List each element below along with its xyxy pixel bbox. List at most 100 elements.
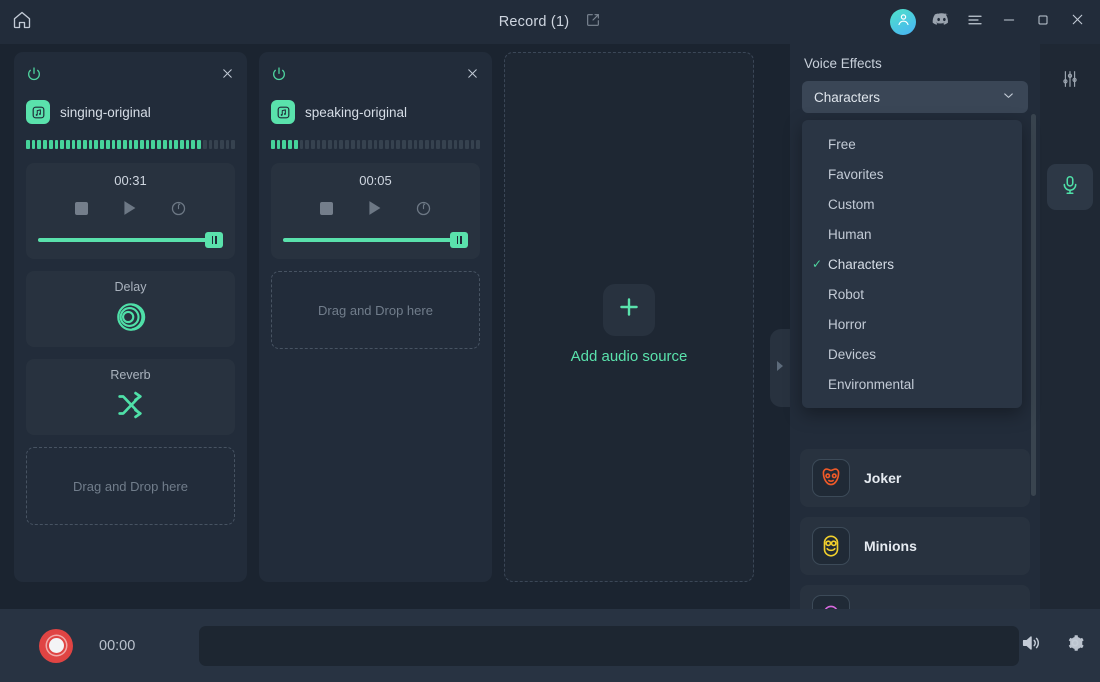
- effect-label: Delay: [115, 280, 147, 294]
- page-title: Record (1): [499, 14, 570, 30]
- voice-effects-title: Voice Effects: [790, 44, 1040, 71]
- category-select[interactable]: Characters: [802, 81, 1028, 113]
- audio-file-icon: [26, 100, 50, 124]
- chevron-right-icon: [775, 359, 785, 378]
- category-option-label: Environmental: [828, 377, 914, 392]
- transport-controls: [38, 196, 223, 220]
- loop-icon[interactable]: [415, 200, 432, 217]
- track-duration: 00:31: [38, 173, 223, 188]
- track-player: 00:31: [26, 163, 235, 259]
- category-option-label: Human: [828, 227, 872, 242]
- seek-track: [38, 238, 223, 242]
- track-card-header: [271, 66, 480, 86]
- reverb-icon: [114, 388, 148, 427]
- close-button[interactable]: [1060, 0, 1094, 44]
- category-option-label: Free: [828, 137, 856, 152]
- discord-icon: [932, 10, 951, 34]
- category-option-devices[interactable]: Devices: [802, 339, 1022, 369]
- category-option-label: Horror: [828, 317, 866, 332]
- add-audio-source-button[interactable]: [603, 284, 655, 336]
- title-bar: Record (1): [0, 0, 1100, 44]
- discord-button[interactable]: [924, 0, 958, 44]
- voice-effect-name: Joker: [864, 470, 901, 486]
- stop-icon[interactable]: [75, 202, 88, 215]
- drop-zone[interactable]: Drag and Drop here: [26, 447, 235, 525]
- voice-effect-name: Minions: [864, 538, 917, 554]
- maximize-button[interactable]: [1026, 0, 1060, 44]
- track-duration: 00:05: [283, 173, 468, 188]
- minimize-button[interactable]: [992, 0, 1026, 44]
- add-audio-source-card[interactable]: Add audio source: [504, 52, 754, 582]
- voice-effects-scrollbar[interactable]: [1031, 114, 1036, 496]
- app-window: Record (1): [0, 0, 1100, 682]
- play-icon[interactable]: [118, 196, 140, 220]
- loop-icon[interactable]: [170, 200, 187, 217]
- bottom-bar: 00:00: [0, 609, 1100, 682]
- track-card-header: [26, 66, 235, 86]
- category-option-custom[interactable]: Custom: [802, 189, 1022, 219]
- waveform-strip[interactable]: [199, 626, 1019, 666]
- record-timer: 00:00: [99, 638, 135, 654]
- minion-icon: [812, 527, 850, 565]
- panel-collapse-toggle[interactable]: [770, 329, 790, 407]
- power-icon[interactable]: [271, 66, 287, 82]
- track-name: singing-original: [60, 105, 151, 120]
- volume-button[interactable]: [1020, 632, 1042, 659]
- effect-label: Reverb: [110, 368, 150, 382]
- bottom-bar-icons: [1020, 632, 1086, 659]
- category-option-robot[interactable]: Robot: [802, 279, 1022, 309]
- power-icon[interactable]: [26, 66, 42, 82]
- microphone-icon: [1059, 174, 1081, 201]
- avatar[interactable]: [890, 9, 916, 35]
- settings-button[interactable]: [1064, 632, 1086, 659]
- transport-controls: [283, 196, 468, 220]
- category-option-favorites[interactable]: Favorites: [802, 159, 1022, 189]
- chevron-down-icon: [1001, 88, 1016, 106]
- effect-slot-delay[interactable]: Delay: [26, 271, 235, 347]
- category-option-label: Devices: [828, 347, 876, 362]
- category-option-human[interactable]: Human: [802, 219, 1022, 249]
- category-option-characters[interactable]: ✓Characters: [802, 249, 1022, 279]
- voice-effect-item[interactable]: Joker: [800, 449, 1030, 507]
- effect-slot-reverb[interactable]: Reverb: [26, 359, 235, 435]
- rename-button[interactable]: [585, 12, 601, 33]
- category-dropdown-menu: Free Favorites Custom Human ✓CharactersRobot…: [802, 120, 1022, 408]
- microphone-button[interactable]: [1047, 164, 1093, 210]
- seek-track: [283, 238, 468, 242]
- voice-effects-panel: Voice Effects Characters Free Favorites Cu…: [790, 44, 1040, 609]
- record-icon: [49, 638, 64, 653]
- category-option-horror[interactable]: Horror: [802, 309, 1022, 339]
- track-name: speaking-original: [305, 105, 407, 120]
- seek-bar[interactable]: [283, 232, 468, 248]
- category-option-free[interactable]: Free: [802, 129, 1022, 159]
- check-icon: ✓: [812, 257, 828, 271]
- close-icon[interactable]: [220, 66, 235, 81]
- track-list: singing-original 00:31: [14, 52, 754, 582]
- seek-handle[interactable]: [205, 232, 223, 248]
- category-select-value: Characters: [814, 90, 880, 105]
- voice-effect-item[interactable]: Minions: [800, 517, 1030, 575]
- seek-bar[interactable]: [38, 232, 223, 248]
- right-rail: [1040, 44, 1100, 609]
- close-icon[interactable]: [465, 66, 480, 81]
- seek-handle[interactable]: [450, 232, 468, 248]
- track-name-row: singing-original: [26, 100, 235, 124]
- workspace: singing-original 00:31: [0, 44, 790, 609]
- category-option-label: Custom: [828, 197, 875, 212]
- close-icon: [1069, 11, 1086, 33]
- drop-zone[interactable]: Drag and Drop here: [271, 271, 480, 349]
- record-button[interactable]: [39, 629, 73, 663]
- audio-file-icon: [271, 100, 295, 124]
- stop-icon[interactable]: [320, 202, 333, 215]
- hamburger-menu-icon: [966, 11, 984, 34]
- play-icon[interactable]: [363, 196, 385, 220]
- category-option-environmental[interactable]: Environmental: [802, 369, 1022, 399]
- joker-mask-icon: [812, 459, 850, 497]
- equalizer-icon: [1059, 68, 1081, 95]
- track-card: singing-original 00:31: [14, 52, 247, 582]
- menu-button[interactable]: [958, 0, 992, 44]
- equalizer-button[interactable]: [1047, 58, 1093, 104]
- delay-icon: [114, 300, 148, 339]
- track-name-row: speaking-original: [271, 100, 480, 124]
- window-controls: [884, 0, 1100, 44]
